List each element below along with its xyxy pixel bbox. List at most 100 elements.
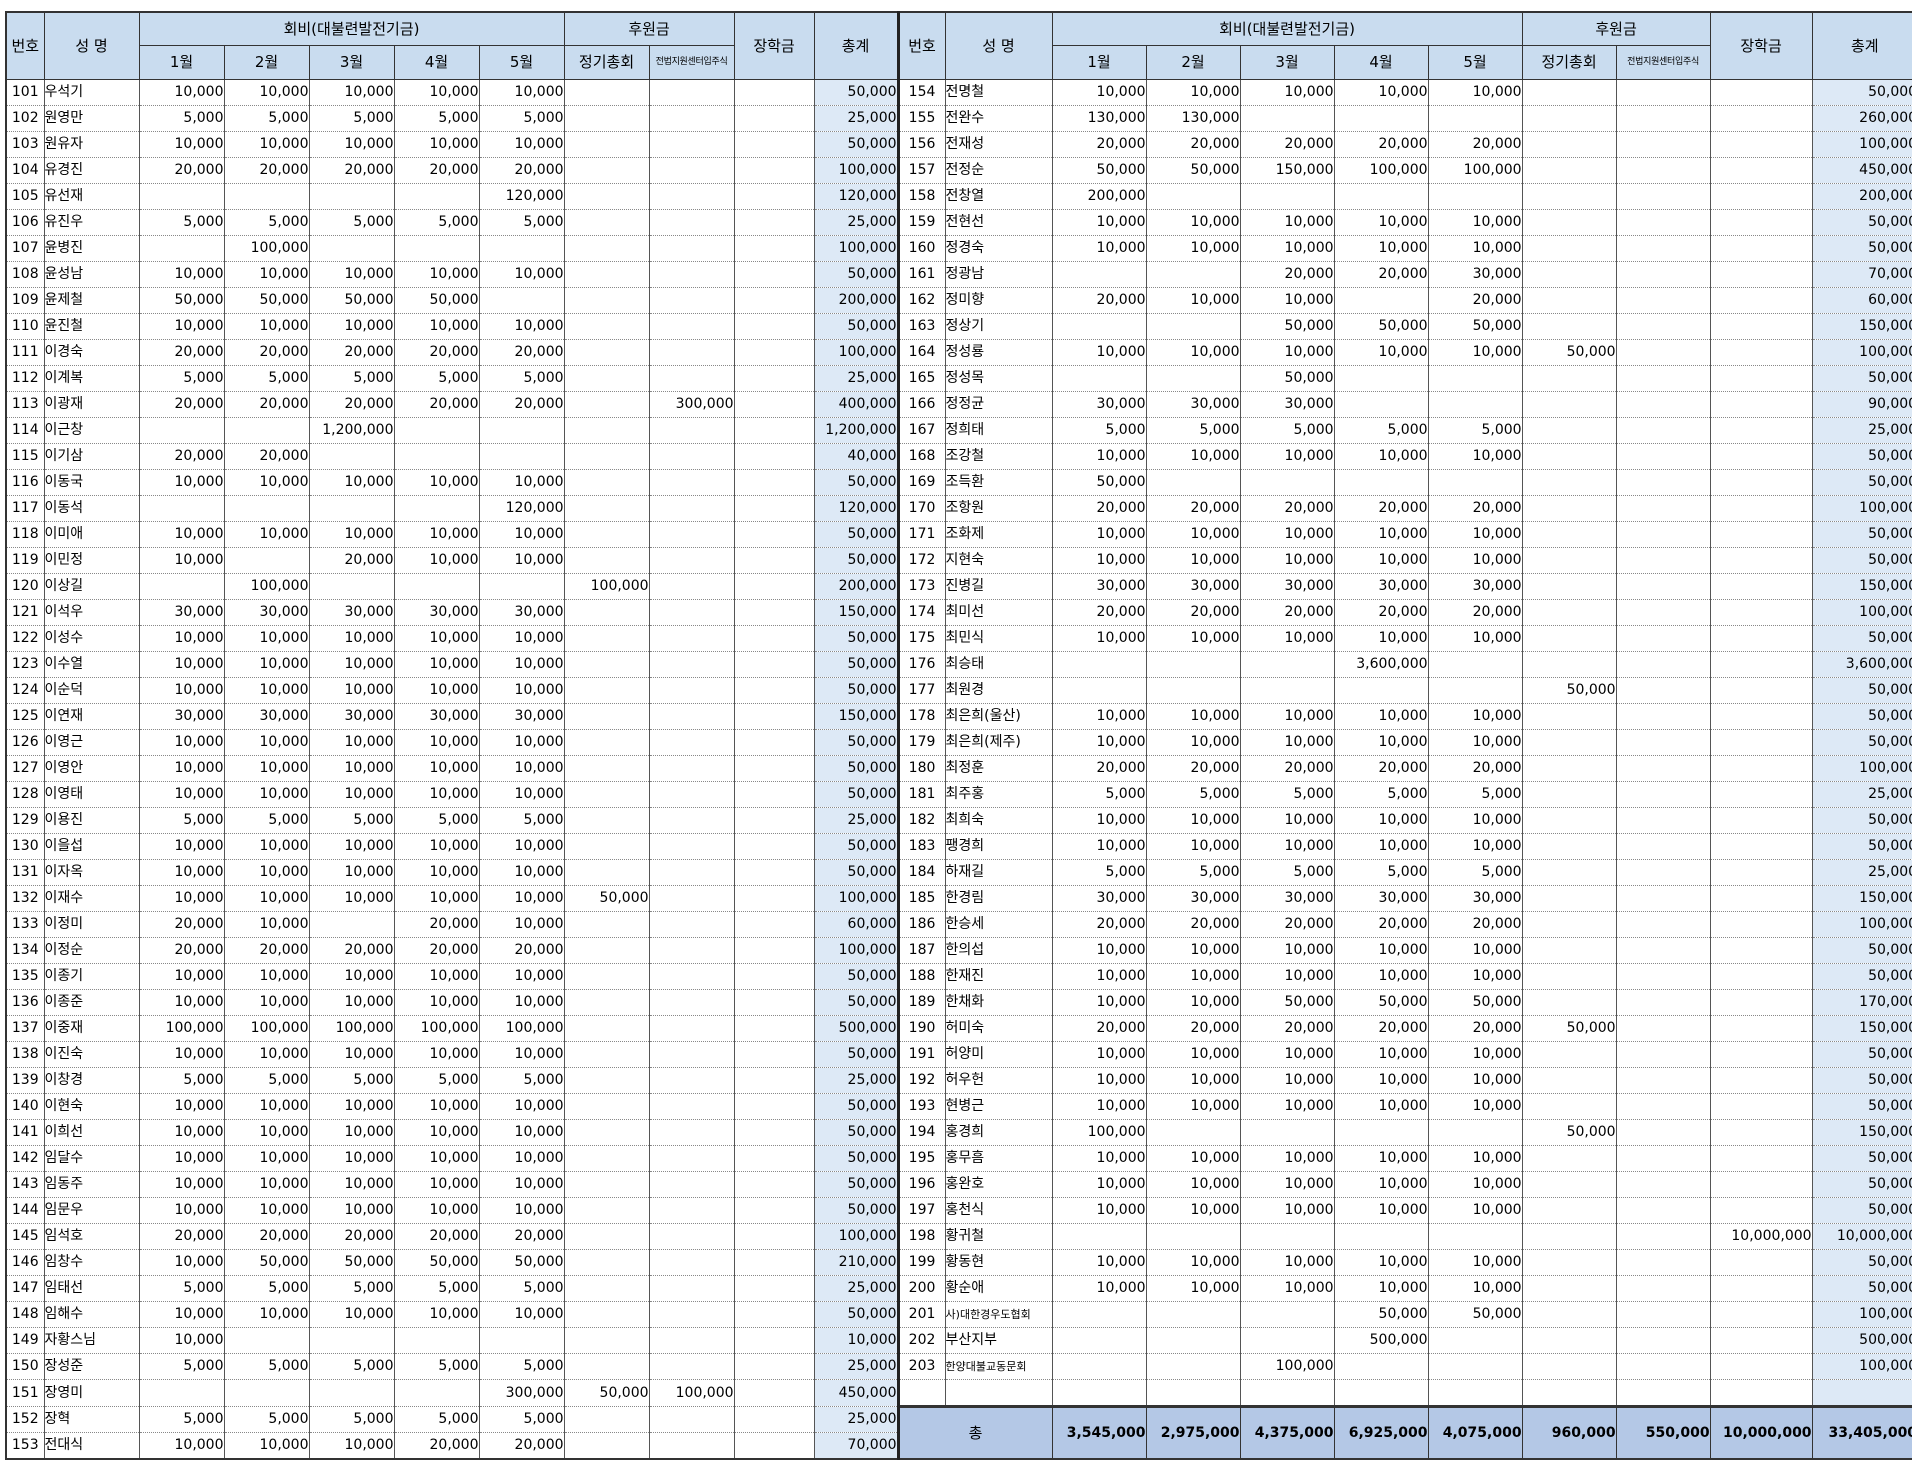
dues-month-cell bbox=[478, 287, 565, 314]
table-row: 138 이진숙 10,000 10,000 10,000 10,000 10,000 50,0… bbox=[5, 1041, 1912, 1068]
sponsor-center-cell bbox=[1615, 573, 1711, 600]
dues-month-cell: 10,000 bbox=[308, 989, 395, 1016]
dues-month-cell bbox=[1239, 677, 1335, 704]
row-number: 200 bbox=[897, 1275, 946, 1302]
member-name: 이중재 bbox=[43, 1015, 140, 1042]
dues-month-cell bbox=[1145, 365, 1241, 392]
dues-month-cell bbox=[308, 235, 395, 262]
dues-month-cell: 20,000 bbox=[223, 937, 310, 964]
dues-month-cell bbox=[1427, 1119, 1523, 1146]
dues-month-cell: 10,000 bbox=[223, 261, 310, 288]
dues-month-cell: 10,000 bbox=[1051, 1041, 1147, 1068]
row-total-cell: 25,000 bbox=[813, 1406, 900, 1433]
scholarship-cell bbox=[733, 807, 815, 834]
dues-month-cell: 100,000 bbox=[1333, 157, 1429, 184]
scholarship-cell bbox=[1709, 963, 1813, 990]
scholarship-cell bbox=[1709, 807, 1813, 834]
row-total-cell: 50,000 bbox=[1811, 677, 1912, 704]
row-number: 168 bbox=[897, 443, 946, 470]
table-row: 117 이동석 120,000 120,000 170 조항원 20,000 20,000 20… bbox=[5, 495, 1912, 522]
row-total-cell: 150,000 bbox=[813, 703, 900, 730]
dues-month-cell bbox=[308, 1379, 395, 1407]
dues-month-cell: 5,000 bbox=[478, 1353, 565, 1380]
dues-month-cell: 5,000 bbox=[223, 209, 310, 236]
sponsor-center-cell bbox=[648, 495, 735, 522]
dues-month-cell bbox=[478, 235, 565, 262]
scholarship-cell bbox=[1709, 1327, 1813, 1354]
dues-month-cell: 10,000 bbox=[478, 1119, 565, 1146]
sponsor-regular-cell bbox=[1521, 365, 1617, 392]
dues-month-cell: 10,000 bbox=[1145, 443, 1241, 470]
scholarship-cell bbox=[733, 261, 815, 288]
sponsor-center-cell bbox=[648, 469, 735, 496]
sponsor-regular-cell bbox=[1521, 157, 1617, 184]
sponsor-center-cell bbox=[1615, 1301, 1711, 1328]
dues-month-cell: 10,000 bbox=[223, 131, 310, 158]
dues-month-cell: 100,000 bbox=[223, 573, 310, 600]
dues-month-cell: 10,000 bbox=[223, 313, 310, 340]
dues-month-cell: 20,000 bbox=[308, 339, 395, 366]
row-number: 123 bbox=[5, 651, 45, 678]
dues-month-cell: 50,000 bbox=[1051, 469, 1147, 496]
dues-month-cell: 10,000 bbox=[138, 1197, 225, 1224]
sponsor-regular-cell bbox=[563, 261, 650, 288]
dues-month-cell: 20,000 bbox=[1333, 911, 1429, 938]
dues-month-cell: 20,000 bbox=[308, 937, 395, 964]
dues-month-cell: 10,000 bbox=[308, 963, 395, 990]
dues-month-cell: 20,000 bbox=[1427, 599, 1523, 626]
dues-month-cell: 100,000 bbox=[1239, 1353, 1335, 1380]
row-number: 161 bbox=[897, 261, 946, 288]
dues-month-cell: 30,000 bbox=[478, 703, 565, 730]
dues-month-cell: 10,000 bbox=[1333, 521, 1429, 548]
dues-month-cell bbox=[1145, 1223, 1241, 1250]
sponsor-regular-cell bbox=[1521, 1223, 1617, 1250]
row-number: 184 bbox=[897, 859, 946, 886]
dues-month-cell: 100,000 bbox=[1051, 1119, 1147, 1146]
sponsor-regular-cell bbox=[563, 131, 650, 158]
dues-month-cell: 100,000 bbox=[138, 1015, 225, 1042]
dues-month-cell: 10,000 bbox=[308, 625, 395, 652]
dues-month-cell: 30,000 bbox=[223, 599, 310, 626]
dues-month-cell: 10,000 bbox=[1145, 1093, 1241, 1120]
sponsor-center-cell: 300,000 bbox=[648, 391, 735, 418]
dues-month-cell bbox=[138, 573, 225, 600]
dues-month-cell: 10,000 bbox=[1145, 1067, 1241, 1094]
dues-month-cell: 10,000 bbox=[1145, 1197, 1241, 1224]
dues-month-cell: 5,000 bbox=[308, 1275, 395, 1302]
dues-month-cell bbox=[1051, 1223, 1147, 1250]
dues-month-cell: 10,000 bbox=[308, 677, 395, 704]
table-row: 123 이수열 10,000 10,000 10,000 10,000 10,000 50,0… bbox=[5, 651, 1912, 678]
scholarship-cell bbox=[733, 573, 815, 600]
member-name: 윤성남 bbox=[43, 261, 140, 288]
row-number: 199 bbox=[897, 1249, 946, 1276]
member-name: 임동주 bbox=[43, 1171, 140, 1198]
table-row: 120 이상길 100,000 100,000 200,000 173 진병길 30,000 3… bbox=[5, 573, 1912, 600]
dues-month-cell: 10,000 bbox=[1145, 1145, 1241, 1172]
dues-month-cell: 5,000 bbox=[138, 209, 225, 236]
sponsor-regular-cell bbox=[1521, 1171, 1617, 1198]
sponsor-regular-cell bbox=[563, 1145, 650, 1172]
sponsor-center-cell bbox=[648, 365, 735, 392]
row-total-cell: 25,000 bbox=[1811, 417, 1912, 444]
dues-month-cell bbox=[1051, 313, 1147, 340]
dues-month-cell: 10,000 bbox=[308, 729, 395, 756]
dues-month-cell: 50,000 bbox=[393, 287, 480, 314]
member-name: 이미애 bbox=[43, 521, 140, 548]
row-number: 195 bbox=[897, 1145, 946, 1172]
row-number: 167 bbox=[897, 417, 946, 444]
member-name: 전재성 bbox=[944, 131, 1053, 158]
sponsor-center-cell bbox=[648, 729, 735, 756]
row-number: 110 bbox=[5, 313, 45, 340]
sponsor-center-cell bbox=[648, 443, 735, 470]
sponsor-regular-cell: 50,000 bbox=[563, 1379, 650, 1407]
dues-month-cell bbox=[1333, 287, 1429, 314]
dues-month-cell: 10,000 bbox=[1239, 1093, 1335, 1120]
dues-month-cell: 30,000 bbox=[1145, 391, 1241, 418]
ledger-body: 101 우석기 10,000 10,000 10,000 10,000 10,000 50,0… bbox=[5, 79, 1912, 1460]
dues-month-cell: 10,000 bbox=[1051, 339, 1147, 366]
table-row: 121 이석우 30,000 30,000 30,000 30,000 30,000 150,… bbox=[5, 599, 1912, 626]
dues-month-cell: 10,000 bbox=[1427, 1041, 1523, 1068]
row-total-cell: 50,000 bbox=[813, 677, 900, 704]
member-name: 허양미 bbox=[944, 1041, 1053, 1068]
dues-month-cell bbox=[1051, 365, 1147, 392]
